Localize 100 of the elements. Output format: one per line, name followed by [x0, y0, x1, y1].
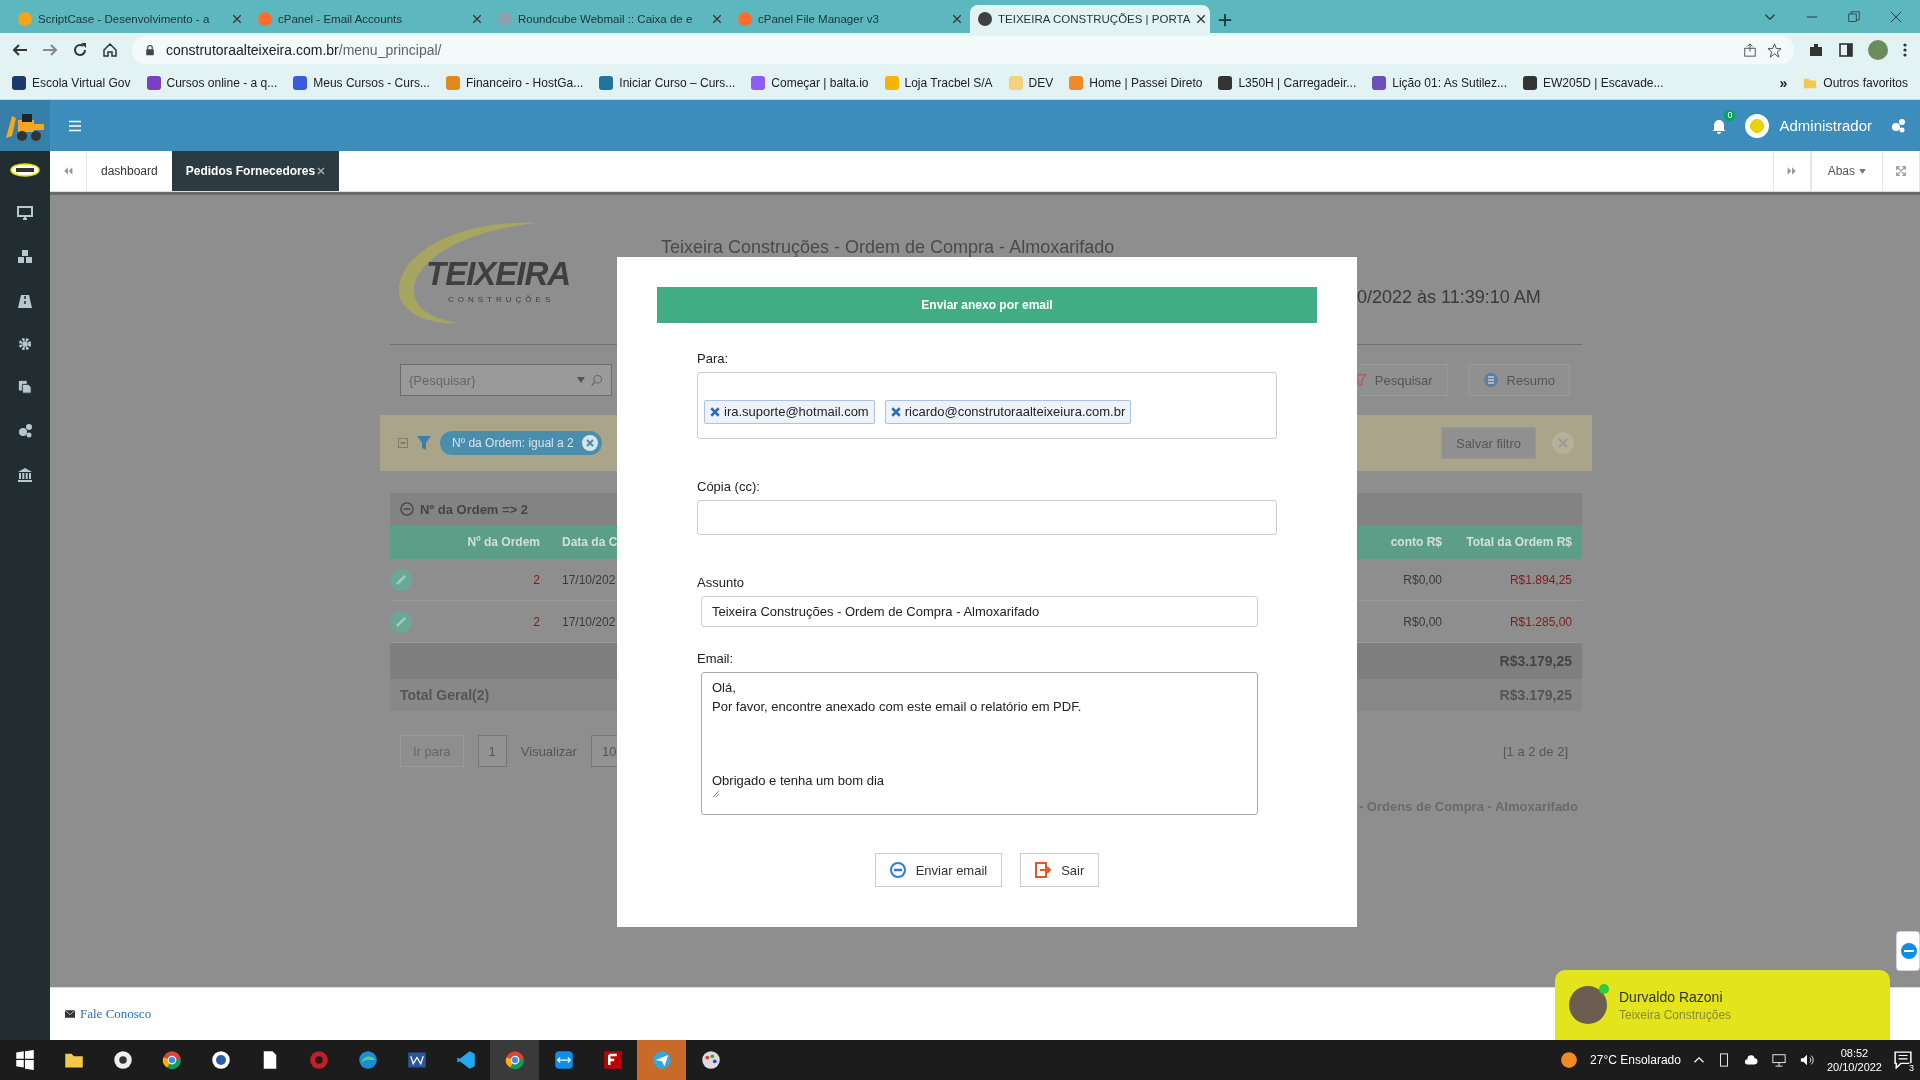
gears-icon[interactable] — [17, 423, 33, 439]
folder-icon — [1803, 76, 1818, 91]
menu-icon[interactable] — [68, 119, 82, 132]
notification-center-button[interactable]: 3 — [1894, 1051, 1912, 1069]
gears-icon[interactable] — [1890, 117, 1906, 134]
close-icon[interactable] — [232, 14, 242, 24]
recipient-tag[interactable]: ira.suporte@hotmail.com — [704, 399, 875, 424]
close-icon[interactable] — [712, 14, 722, 24]
subject-field[interactable]: Teixeira Construções - Ordem de Compra - Almoxarifado — [701, 596, 1258, 627]
menu-dots-icon[interactable] — [1902, 42, 1908, 59]
star-icon[interactable] — [1767, 42, 1782, 58]
exit-button[interactable]: Sair — [1020, 853, 1100, 887]
reload-icon[interactable] — [72, 42, 88, 59]
more-bookmarks-button[interactable]: » — [1779, 75, 1788, 92]
bell-icon[interactable] — [1711, 117, 1728, 134]
bookmark-link[interactable]: Lição 01: As Sutilez... — [1372, 76, 1507, 91]
send-email-button[interactable]: Enviar email — [874, 853, 1003, 887]
browser-icon[interactable] — [504, 1050, 525, 1070]
browser-tab[interactable]: Roundcube Webmail :: Caixa de e — [490, 5, 730, 33]
double-right-arrow-icon[interactable] — [1786, 166, 1797, 176]
cc-field[interactable] — [697, 500, 1277, 535]
share-icon[interactable] — [1743, 43, 1757, 58]
browser-icon[interactable] — [161, 1050, 182, 1070]
dialog-title: Enviar anexo por email — [657, 287, 1317, 323]
browser-icon[interactable] — [357, 1050, 378, 1070]
close-icon[interactable] — [472, 14, 482, 24]
remove-icon[interactable] — [890, 406, 901, 417]
cubes-icon[interactable] — [17, 249, 33, 265]
soccer-ball-icon[interactable] — [112, 1050, 133, 1070]
close-icon[interactable] — [1890, 10, 1902, 23]
field-label: Assunto — [697, 575, 745, 590]
browser-tab[interactable]: ScriptCase - Desenvolvimento - a — [10, 5, 250, 33]
bookmark-link[interactable]: Cursos online - a q... — [146, 76, 278, 91]
weather-text[interactable]: 27°C Ensolarado — [1590, 1053, 1681, 1067]
speaker-icon[interactable] — [1798, 1053, 1815, 1067]
paint-palette-icon[interactable] — [700, 1050, 721, 1070]
close-icon[interactable] — [1196, 14, 1207, 24]
exit-icon — [1035, 862, 1052, 878]
company-logo-icon[interactable] — [10, 163, 40, 177]
road-icon[interactable] — [17, 293, 33, 309]
double-left-arrow-icon[interactable] — [63, 166, 73, 176]
browser-tab[interactable]: TEIXEIRA CONSTRUÇÕES | PORTA — [970, 5, 1210, 33]
remote-control-icon[interactable] — [1896, 931, 1920, 971]
remote-desktop-icon[interactable] — [553, 1050, 574, 1070]
code-editor-icon[interactable] — [455, 1050, 476, 1070]
recipient-tag[interactable]: ricardo@construtoraalteixeiura.com.br — [884, 399, 1132, 424]
field-label: Email: — [697, 651, 735, 666]
bookmark-link[interactable]: DEV — [1008, 76, 1054, 91]
caret-icon — [577, 377, 585, 383]
bookmark-link[interactable]: L350H | Carregadeir... — [1218, 76, 1357, 91]
bookmark-link[interactable]: Home | Passei Direto — [1069, 76, 1203, 91]
address-bar[interactable]: construtoraalteixeira.com.br/menu_principal/ — [132, 36, 1794, 65]
paper-plane-icon[interactable] — [651, 1050, 672, 1070]
field-label: Para: — [697, 351, 730, 366]
restore-icon[interactable] — [1848, 10, 1860, 23]
list-icon — [1482, 372, 1499, 388]
close-icon[interactable] — [952, 14, 962, 24]
network-icon[interactable] — [1770, 1053, 1787, 1067]
caret-icon — [1859, 168, 1866, 174]
side-panel-icon[interactable] — [1838, 42, 1854, 59]
bookmark-link[interactable]: EW205D | Escavade... — [1523, 76, 1664, 91]
table-cell-text: 17/10/202 — [561, 614, 617, 629]
remove-icon[interactable] — [710, 406, 720, 417]
ftp-client-icon[interactable] — [602, 1050, 623, 1070]
chat-widget[interactable]: Durvaldo Razoni Teixeira Construções — [1555, 970, 1890, 1040]
excavator-logo-icon[interactable] — [0, 100, 50, 151]
clock[interactable]: 08:52 20/10/2022 — [1826, 1046, 1882, 1074]
user-menu[interactable]: Administrador — [1745, 113, 1872, 138]
email-body-field[interactable]: Olá, Por favor, encontre anexado com este email o relatório em PDF. Obrigado e tenha um bom dia — [701, 672, 1258, 815]
bookmark-folder[interactable]: Outros favoritos — [1803, 76, 1908, 91]
fullscreen-icon[interactable] — [1896, 166, 1906, 176]
report-date: 0/2022 às 11:39:10 AM — [1357, 286, 1542, 309]
profile-avatar[interactable] — [1868, 40, 1888, 61]
bookmark-link[interactable]: Loja Tracbel S/A — [884, 76, 993, 91]
word-processor-icon[interactable] — [406, 1050, 427, 1070]
recipients-field[interactable]: ira.suporte@hotmail.com ricardo@construtoraalteixeiura.com.br — [697, 372, 1277, 439]
windows-start-icon[interactable] — [14, 1050, 35, 1070]
bookmark-link[interactable]: Começar | balta.io — [751, 76, 869, 91]
page-tab[interactable]: Pedidos Fornecedores — [171, 151, 340, 191]
bank-icon[interactable] — [17, 467, 33, 483]
plus-icon[interactable] — [1218, 13, 1232, 27]
home-icon[interactable] — [102, 42, 118, 59]
bookmark-link[interactable]: Financeiro - HostGa... — [445, 76, 584, 91]
page-tab[interactable]: dashboard — [87, 151, 172, 191]
close-icon[interactable] — [317, 167, 326, 175]
tabs-menu-button[interactable]: Abas — [1810, 151, 1882, 191]
files-icon[interactable] — [18, 379, 32, 395]
collapse-icon — [400, 502, 414, 516]
view-label: Visualizar — [520, 743, 577, 759]
avatar-icon — [1745, 113, 1770, 138]
bookmark-link[interactable]: Escola Virtual Gov — [12, 76, 131, 91]
bookmark-link[interactable]: Meus Cursos - Curs... — [293, 76, 430, 91]
app-icon[interactable] — [210, 1050, 231, 1070]
bookmark-link[interactable]: Iniciar Curso – Curs... — [599, 76, 736, 91]
contact-link[interactable]: Fale Conosco — [64, 1006, 152, 1022]
cloud-icon[interactable] — [1742, 1053, 1759, 1067]
browser-tab[interactable]: cPanel - Email Accounts — [250, 5, 490, 33]
monitor-icon[interactable] — [17, 205, 33, 221]
browser-tab[interactable]: cPanel File Manager v3 — [730, 5, 970, 33]
remove-icon[interactable] — [581, 435, 598, 451]
